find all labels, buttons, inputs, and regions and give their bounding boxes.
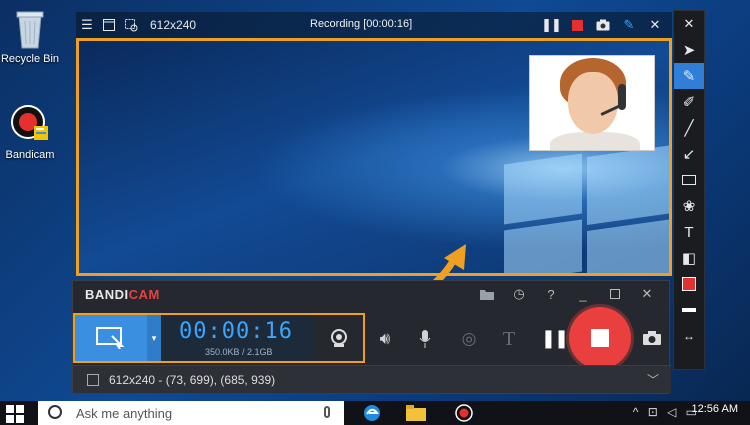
- screen-select-icon[interactable]: [120, 12, 142, 38]
- marker-icon[interactable]: ✐: [674, 89, 704, 115]
- microphone-icon[interactable]: [324, 406, 330, 418]
- close-icon[interactable]: ✕: [642, 12, 668, 38]
- text-overlay-icon[interactable]: T: [495, 325, 523, 353]
- drawing-toolbar: ✕ ➤ ✎ ✐ ╱ ↙ ❀ T ◧ ↔: [673, 10, 705, 370]
- bandicam-logo: BANDICAM: [85, 287, 160, 302]
- recycle-bin-desktop-icon[interactable]: Recycle Bin: [0, 6, 64, 65]
- cursor-effect-icon[interactable]: ◎: [455, 325, 483, 353]
- windows-logo-pane: [587, 218, 669, 273]
- windows-logo-pane: [587, 144, 669, 226]
- windows-logo-pane: [504, 153, 582, 225]
- arrow-icon[interactable]: ↙: [674, 141, 704, 167]
- rectangle-icon[interactable]: [674, 167, 704, 193]
- speaker-icon[interactable]: 🔊︎: [371, 325, 399, 353]
- recording-status: Recording [00:00:16]: [310, 18, 413, 30]
- help-icon[interactable]: ?: [535, 283, 567, 305]
- color-red-swatch[interactable]: [674, 271, 704, 297]
- webcam-overlay[interactable]: [529, 55, 655, 151]
- text-icon[interactable]: T: [674, 219, 704, 245]
- recycle-bin-icon: [10, 6, 50, 50]
- highlight-box: [73, 313, 365, 363]
- cursor-icon[interactable]: ➤: [674, 37, 704, 63]
- pencil-icon[interactable]: ✎: [616, 12, 642, 38]
- camera-icon[interactable]: [590, 12, 616, 38]
- folder-icon[interactable]: [471, 283, 503, 305]
- taskbar-search[interactable]: Ask me anything: [38, 401, 344, 425]
- region-info: 612x240 - (73, 699), (685, 939): [109, 373, 276, 387]
- windows-logo-pane: [504, 219, 582, 273]
- chevron-down-icon[interactable]: ﹀: [647, 371, 659, 388]
- pause-button[interactable]: ❚❚: [541, 323, 569, 353]
- bandicam-app-icon: [10, 102, 50, 146]
- window-icon[interactable]: [98, 12, 120, 38]
- bandicam-desktop-icon[interactable]: Bandicam: [0, 102, 64, 161]
- menu-icon[interactable]: ☰: [76, 12, 98, 38]
- expand-icon[interactable]: ↔: [674, 323, 704, 349]
- search-placeholder: Ask me anything: [76, 405, 173, 421]
- edge-icon[interactable]: [360, 403, 384, 423]
- eraser-icon[interactable]: ◧: [674, 245, 704, 271]
- stop-icon[interactable]: [564, 12, 590, 38]
- file-explorer-icon[interactable]: [404, 403, 428, 423]
- stop-record-button[interactable]: [569, 307, 631, 369]
- taskbar: Ask me anything ^ ⊡ ◁ ▭ 12:56 AM: [0, 401, 750, 425]
- pause-icon[interactable]: ❚❚: [538, 12, 564, 38]
- pencil-icon[interactable]: ✎: [674, 63, 704, 89]
- line-width-icon[interactable]: [674, 297, 704, 323]
- microphone-icon[interactable]: [411, 325, 439, 353]
- taskbar-clock[interactable]: 12:56 AM: [692, 403, 738, 415]
- recording-frame[interactable]: ☰ 612x240 Recording [00:00:16] ❚❚ ✎ ✕: [76, 12, 672, 276]
- camera-icon: [643, 331, 661, 345]
- region-checkbox[interactable]: [87, 374, 99, 386]
- system-tray[interactable]: ^ ⊡ ◁ ▭: [633, 405, 700, 419]
- line-icon[interactable]: ╱: [674, 115, 704, 141]
- recording-size-label: 612x240: [150, 18, 197, 32]
- recording-titlebar[interactable]: ☰ 612x240 Recording [00:00:16] ❚❚ ✎ ✕: [76, 12, 672, 38]
- bandicam-window: BANDICAM ◷ ? _ ✕ ▾ 00:00:16 350.0KB / 2.…: [72, 280, 671, 394]
- search-icon: [48, 405, 62, 419]
- close-icon[interactable]: ✕: [631, 283, 663, 305]
- maximize-icon[interactable]: [599, 283, 631, 305]
- bandicam-taskbar-icon[interactable]: [452, 403, 476, 423]
- windows-start-icon[interactable]: [6, 405, 24, 423]
- close-icon[interactable]: ✕: [674, 11, 704, 37]
- stop-icon: [591, 329, 609, 347]
- numbering-icon[interactable]: ❀: [674, 193, 704, 219]
- minimize-icon[interactable]: _: [567, 283, 599, 305]
- bandicam-footer: 612x240 - (73, 699), (685, 939) ﹀: [73, 365, 671, 393]
- clock-icon[interactable]: ◷: [503, 283, 535, 305]
- recycle-bin-label: Recycle Bin: [0, 53, 60, 65]
- bandicam-header[interactable]: BANDICAM ◷ ? _ ✕: [73, 281, 671, 307]
- bandicam-desktop-label: Bandicam: [5, 149, 55, 161]
- screenshot-button[interactable]: [639, 325, 665, 351]
